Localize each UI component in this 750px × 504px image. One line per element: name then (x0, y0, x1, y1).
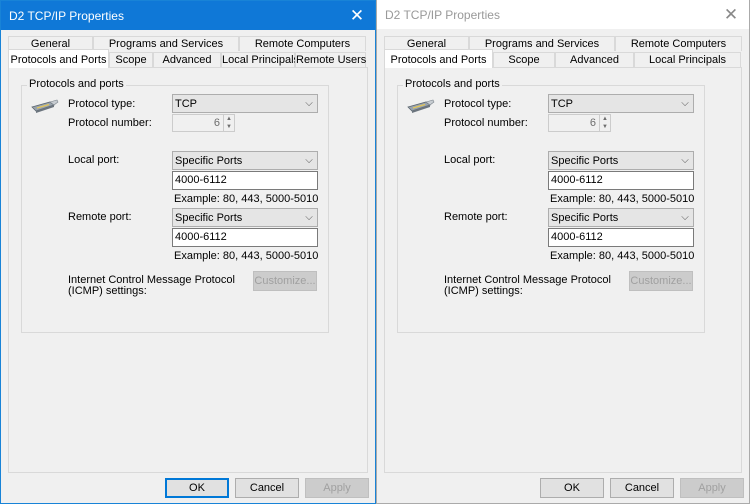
remote-port-mode: Specific Ports (175, 211, 243, 224)
spin-down-icon[interactable]: ▼ (224, 123, 234, 131)
group-title: Protocols and ports (403, 78, 502, 90)
protocol-type-value: TCP (175, 97, 197, 110)
spinner-arrows[interactable]: ▲ ▼ (599, 115, 610, 131)
tab-advanced[interactable]: Advanced (153, 52, 221, 67)
tab-remote-computers[interactable]: Remote Computers (239, 36, 366, 51)
local-port-label: Local port: (68, 154, 120, 166)
spin-up-icon[interactable]: ▲ (224, 115, 234, 123)
local-port-dropdown[interactable]: Specific Ports ⌵ (548, 151, 694, 170)
tab-advanced[interactable]: Advanced (555, 52, 634, 67)
remote-port-label: Remote port: (68, 211, 132, 223)
tab-scope[interactable]: Scope (493, 52, 555, 67)
protocol-type-dropdown[interactable]: TCP ⌵ (172, 94, 318, 113)
tab-panel-protocols-and-ports: Protocols and ports Protocol type: TCP ⌵… (384, 67, 742, 473)
tab-protocols-and-ports[interactable]: Protocols and Ports (384, 49, 493, 68)
remote-port-dropdown[interactable]: Specific Ports ⌵ (548, 208, 694, 227)
icmp-label-line2: (ICMP) settings: (68, 285, 147, 297)
protocol-number-value: 6 (213, 117, 220, 129)
customize-button[interactable]: Customize... (253, 271, 317, 291)
local-port-example: Example: 80, 443, 5000-5010 (550, 193, 695, 205)
network-protocol-icon (407, 99, 435, 113)
apply-button[interactable]: Apply (305, 478, 369, 498)
protocol-type-label: Protocol type: (444, 98, 512, 110)
tab-row-2: Protocols and Ports Scope Advanced Local… (384, 49, 741, 68)
tab-programs-and-services[interactable]: Programs and Services (93, 36, 239, 51)
group-title: Protocols and ports (27, 78, 126, 90)
chevron-down-icon: ⌵ (681, 212, 689, 223)
tab-remote-users[interactable]: Remote Users (295, 52, 366, 67)
tab-row-2: Protocols and Ports Scope Advanced Local… (8, 49, 366, 68)
local-port-input[interactable]: 4000-6112 (172, 171, 318, 190)
dialog-inactive: D2 TCP/IP Properties ✕ General Programs … (376, 0, 750, 504)
cancel-button[interactable]: Cancel (235, 478, 299, 498)
protocol-number-label: Protocol number: (444, 117, 528, 129)
local-port-label: Local port: (444, 154, 496, 166)
protocol-number-spinner[interactable]: 6 ▲ ▼ (548, 114, 611, 132)
dialog-active: D2 TCP/IP Properties ✕ General Programs … (0, 0, 376, 504)
chevron-down-icon: ⌵ (305, 212, 313, 223)
spin-up-icon[interactable]: ▲ (600, 115, 610, 123)
chevron-down-icon: ⌵ (305, 98, 313, 109)
remote-port-mode: Specific Ports (551, 211, 619, 224)
protocol-number-value: 6 (589, 117, 596, 129)
title-bar[interactable]: D2 TCP/IP Properties ✕ (1, 1, 375, 30)
apply-button[interactable]: Apply (680, 478, 744, 498)
title-bar[interactable]: D2 TCP/IP Properties ✕ (377, 0, 749, 29)
remote-port-input[interactable]: 4000-6112 (548, 228, 694, 247)
cancel-button[interactable]: Cancel (610, 478, 674, 498)
close-icon[interactable]: ✕ (339, 1, 375, 30)
protocol-number-spinner[interactable]: 6 ▲ ▼ (172, 114, 235, 132)
remote-port-example: Example: 80, 443, 5000-5010 (174, 250, 319, 262)
icmp-label-line2: (ICMP) settings: (444, 285, 523, 297)
window-title: D2 TCP/IP Properties (385, 7, 500, 22)
spin-down-icon[interactable]: ▼ (600, 123, 610, 131)
tab-local-principals[interactable]: Local Principals (221, 52, 299, 67)
local-port-input[interactable]: 4000-6112 (548, 171, 694, 190)
protocol-number-label: Protocol number: (68, 117, 152, 129)
remote-port-input[interactable]: 4000-6112 (172, 228, 318, 247)
protocol-type-label: Protocol type: (68, 98, 136, 110)
ok-button[interactable]: OK (165, 478, 229, 498)
remote-port-dropdown[interactable]: Specific Ports ⌵ (172, 208, 318, 227)
chevron-down-icon: ⌵ (305, 155, 313, 166)
tab-local-principals[interactable]: Local Principals (634, 52, 741, 67)
chevron-down-icon: ⌵ (681, 155, 689, 166)
local-port-dropdown[interactable]: Specific Ports ⌵ (172, 151, 318, 170)
protocols-and-ports-group: Protocols and ports Protocol type: TCP ⌵… (21, 78, 329, 333)
tab-remote-computers[interactable]: Remote Computers (615, 36, 742, 51)
close-icon[interactable]: ✕ (713, 0, 749, 29)
remote-port-example: Example: 80, 443, 5000-5010 (550, 250, 695, 262)
protocols-and-ports-group: Protocols and ports Protocol type: TCP ⌵… (397, 78, 705, 333)
window-title: D2 TCP/IP Properties (9, 8, 124, 23)
tab-protocols-and-ports[interactable]: Protocols and Ports (8, 49, 109, 68)
protocol-type-dropdown[interactable]: TCP ⌵ (548, 94, 694, 113)
local-port-example: Example: 80, 443, 5000-5010 (174, 193, 319, 205)
chevron-down-icon: ⌵ (681, 98, 689, 109)
tab-panel-protocols-and-ports: Protocols and ports Protocol type: TCP ⌵… (8, 67, 368, 473)
customize-button[interactable]: Customize... (629, 271, 693, 291)
remote-port-label: Remote port: (444, 211, 508, 223)
local-port-mode: Specific Ports (551, 154, 619, 167)
protocol-type-value: TCP (551, 97, 573, 110)
ok-button[interactable]: OK (540, 478, 604, 498)
tab-scope[interactable]: Scope (109, 52, 153, 67)
local-port-mode: Specific Ports (175, 154, 243, 167)
network-protocol-icon (31, 99, 59, 113)
spinner-arrows[interactable]: ▲ ▼ (223, 115, 234, 131)
